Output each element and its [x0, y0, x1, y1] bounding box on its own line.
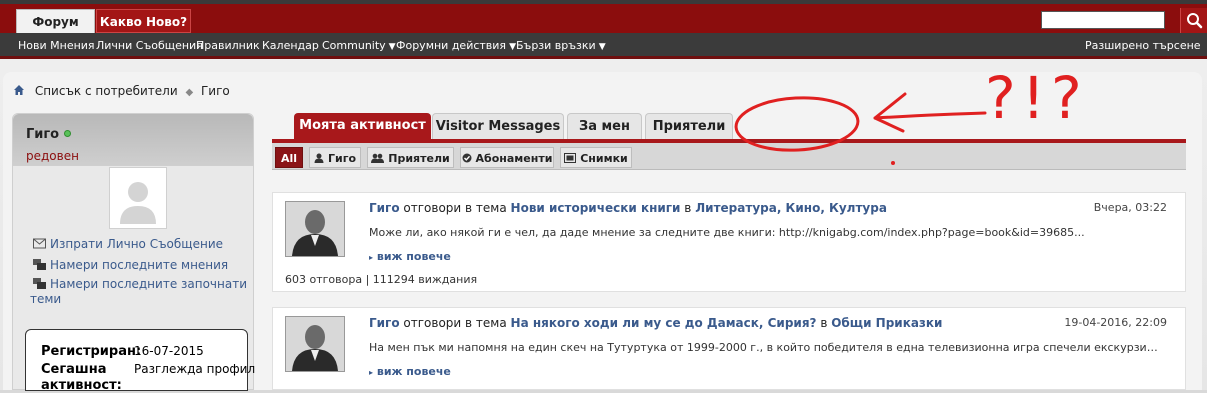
entry-forum-link[interactable]: Общи Приказки [831, 316, 942, 330]
default-avatar-icon [110, 168, 166, 228]
home-icon[interactable] [13, 84, 25, 96]
top-header: Форум Какво Ново? [0, 0, 1207, 33]
tab-whats-new[interactable]: Какво Ново? [96, 9, 191, 33]
send-private-message-link[interactable]: Изпрати Лично Съобщение [33, 237, 223, 251]
entry-avatar[interactable] [285, 201, 345, 257]
search-input[interactable] [1041, 11, 1165, 29]
entry-username[interactable]: Гиго [369, 201, 400, 215]
registered-label: Регистриран: [41, 344, 142, 359]
filter-all[interactable]: All [275, 147, 303, 168]
find-threads-label-cont: теми [30, 292, 62, 306]
nav-community[interactable]: Community ▼ [322, 39, 396, 52]
advanced-search-link[interactable]: Разширено търсене [1085, 39, 1201, 52]
find-started-threads-link-cont[interactable]: теми [30, 292, 61, 306]
current-activity-label-cont: активност: [41, 378, 122, 393]
search-icon [1187, 13, 1203, 29]
breadcrumb-current: Гиго [200, 84, 230, 98]
nav-rules[interactable]: Правилник [196, 39, 260, 52]
breadcrumb-separator-icon: ◆ [185, 87, 194, 98]
entry-username[interactable]: Гиго [369, 316, 400, 330]
registered-value: 16-07-2015 [134, 344, 204, 358]
check-circle-icon [462, 153, 472, 163]
avatar [109, 167, 167, 229]
chevron-down-icon: ▼ [598, 42, 606, 52]
filter-subscriptions-label: Абонаменти [475, 152, 553, 165]
envelope-icon [33, 238, 46, 249]
nav-forum-actions-label: Форумни действия [396, 39, 507, 52]
posts-icon [33, 259, 46, 270]
breadcrumb: Списък с потребители ◆ Гиго [13, 84, 230, 98]
online-status-icon [64, 130, 71, 137]
profile-username: Гиго [26, 127, 60, 142]
find-posts-label: Намери последните мнения [50, 258, 229, 272]
entry-stats: 603 отговора | 111294 виждания [285, 273, 478, 286]
tab-forum[interactable]: Форум [16, 9, 95, 33]
current-activity-value: Разглежда профил [134, 362, 256, 376]
entry-date: 19-04-2016, 22:09 [1064, 316, 1167, 329]
current-activity-label: Сегашна [41, 362, 107, 377]
filter-photos-label: Снимки [580, 152, 628, 165]
activity-filter-bar: All Гиго Приятели Абонаменти Снимки [272, 143, 1186, 170]
find-threads-label: Намери последните започнати [50, 277, 248, 291]
entry-verb: отговори в тема [403, 316, 507, 330]
breadcrumb-parent[interactable]: Списък с потребители [35, 84, 178, 98]
see-more-label: виж повече [376, 250, 451, 263]
filter-self[interactable]: Гиго [309, 147, 361, 168]
user-photo-icon [286, 317, 344, 371]
filter-subscriptions[interactable]: Абонаменти [460, 147, 554, 168]
entry-title-line: Гиго отговори в тема Нови исторически кн… [369, 201, 887, 215]
user-header: Гиго редовен [13, 114, 253, 166]
entry-thread-link[interactable]: Нови исторически книги [511, 201, 681, 215]
entry-in: в [820, 316, 828, 330]
nav-calendar[interactable]: Календар [262, 39, 319, 52]
entry-date: Вчера, 03:22 [1093, 201, 1167, 214]
filter-photos[interactable]: Снимки [560, 147, 632, 168]
triangle-right-icon: ▸ [369, 253, 374, 262]
see-more-label: виж повече [376, 365, 451, 378]
tab-about-me[interactable]: За мен [567, 113, 642, 139]
filter-friends[interactable]: Приятели [367, 147, 454, 168]
photo-icon [564, 153, 577, 163]
find-started-threads-link[interactable]: Намери последните започнати [33, 277, 247, 291]
users-icon [371, 153, 385, 163]
see-more-link[interactable]: ▸ виж повече [369, 365, 451, 378]
nav-community-label: Community [322, 39, 386, 52]
entry-snippet: Може ли, ако някой ги е чел, да даде мне… [369, 226, 1085, 239]
tab-friends[interactable]: Приятели [645, 113, 733, 139]
search-button[interactable] [1180, 8, 1207, 33]
nav-quick-links[interactable]: Бързи връзки ▼ [516, 39, 606, 52]
user-stats-box: Регистриран: 16-07-2015 Сегашна Разглежд… [25, 329, 255, 393]
chevron-down-icon: ▼ [388, 42, 396, 52]
entry-title-line: Гиго отговори в тема На някого ходи ли м… [369, 316, 942, 330]
profile-sidebar: Гиго редовен Изпрати Лично Съобщение Нам… [12, 113, 255, 393]
tab-my-activity[interactable]: Моята активност [294, 113, 431, 139]
filter-self-label: Гиго [327, 152, 357, 165]
threads-icon [33, 278, 46, 289]
nav-quick-links-label: Бързи връзки [516, 39, 596, 52]
nav-new-posts[interactable]: Нови Мнения [18, 39, 95, 52]
entry-thread-link[interactable]: На някого ходи ли му се до Дамаск, Сирия… [511, 316, 817, 330]
entry-verb: отговори в тема [403, 201, 507, 215]
nav-private-messages[interactable]: Лични Съобщения [96, 39, 203, 52]
main-navbar: Нови Мнения Лични Съобщения Правилник Ка… [0, 33, 1207, 59]
user-title: редовен [26, 149, 79, 163]
entry-snippet: На мен пък ми напомня на един скеч на Ту… [369, 341, 1159, 354]
triangle-right-icon: ▸ [369, 368, 374, 377]
nav-forum-actions[interactable]: Форумни действия ▼ [396, 39, 516, 52]
user-photo-icon [286, 202, 344, 256]
activity-entry: Гиго отговори в тема На някого ходи ли м… [272, 307, 1186, 390]
chevron-down-icon: ▼ [509, 42, 516, 52]
send-pm-label: Изпрати Лично Съобщение [50, 237, 224, 251]
tab-visitor-messages[interactable]: Visitor Messages [432, 113, 564, 139]
see-more-link[interactable]: ▸ виж повече [369, 250, 451, 263]
find-latest-posts-link[interactable]: Намери последните мнения [33, 258, 228, 272]
activity-entry: Гиго отговори в тема Нови исторически кн… [272, 192, 1186, 292]
entry-avatar[interactable] [285, 316, 345, 372]
filter-friends-label: Приятели [388, 152, 450, 165]
entry-in: в [684, 201, 692, 215]
entry-forum-link[interactable]: Литература, Кино, Култура [695, 201, 887, 215]
user-icon [314, 153, 324, 163]
